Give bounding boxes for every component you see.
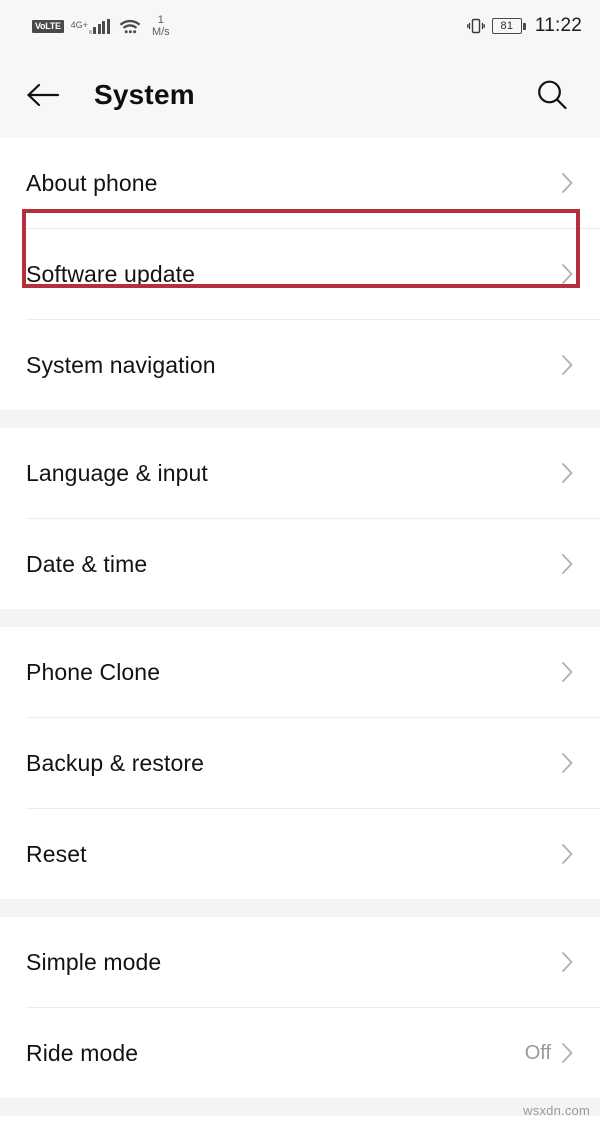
group-separator [0, 410, 600, 428]
settings-group: Developer optionsUser experience improve… [0, 1116, 600, 1126]
list-item[interactable]: Software update [0, 229, 600, 319]
list-item-label: Software update [26, 260, 196, 287]
list-item-trailing [561, 752, 574, 774]
list-item-label: Date & time [26, 550, 148, 577]
volte-icon: VoLTE [32, 19, 64, 33]
list-item-value: Off [524, 1041, 551, 1064]
app-bar: System [0, 52, 600, 138]
chevron-right-icon [562, 1043, 573, 1063]
network-speed-value: 1 [157, 14, 164, 26]
status-bar-left: VoLTE 4G+ 1 M/s [32, 14, 170, 38]
settings-group: About phone Software update System navigat… [0, 138, 600, 410]
list-item-label: About phone [26, 169, 158, 196]
page-title: System [94, 79, 195, 110]
battery-cap [523, 22, 526, 30]
watermark-label: wsxdn.com [523, 1103, 590, 1118]
chevron-right-icon [562, 662, 573, 682]
list-item[interactable]: Language & input [0, 428, 600, 518]
list-item-label: Phone Clone [26, 658, 161, 685]
list-item[interactable]: Reset [0, 809, 600, 899]
battery-icon: 81 [491, 18, 526, 34]
list-item[interactable]: Developer options [0, 1116, 600, 1126]
chevron-right-icon [562, 952, 573, 972]
list-item[interactable]: Date & time [0, 519, 600, 609]
arrow-left-icon [27, 83, 60, 107]
back-button[interactable] [26, 73, 70, 117]
chevron-right-icon [562, 463, 573, 483]
list-item-label: Reset [26, 840, 87, 867]
settings-group: Phone Clone Backup & restore Reset [0, 627, 600, 899]
status-bar: VoLTE 4G+ 1 M/s 81 11:22 [0, 0, 600, 52]
list-item-trailing [561, 553, 574, 575]
list-item[interactable]: System navigation [0, 320, 600, 410]
list-item[interactable]: Ride mode Off [0, 1008, 600, 1098]
clock-label: 11:22 [534, 15, 582, 36]
list-item-trailing [561, 661, 574, 683]
vibrate-mode-icon [467, 17, 485, 35]
network-speed-indicator: 1 M/s [152, 14, 170, 38]
cellular-signal-icon: 4G+ [70, 18, 110, 34]
list-item-label: Language & input [26, 459, 208, 486]
wifi-icon [119, 18, 141, 35]
search-icon [538, 80, 567, 110]
list-item[interactable]: Simple mode [0, 917, 600, 1007]
list-item-label: Backup & restore [26, 749, 205, 776]
list-item[interactable]: About phone [0, 138, 600, 228]
settings-group: Language & input Date & time [0, 428, 600, 609]
chevron-right-icon [562, 844, 573, 864]
status-bar-right: 81 11:22 [467, 15, 582, 37]
settings-group: Simple mode Ride mode Off [0, 917, 600, 1098]
chevron-right-icon [562, 554, 573, 574]
list-item-trailing [561, 843, 574, 865]
network-speed-unit: M/s [151, 26, 170, 38]
list-item-trailing [561, 263, 574, 285]
chevron-right-icon [562, 173, 573, 193]
search-button[interactable] [530, 73, 574, 117]
list-item[interactable]: Backup & restore [0, 718, 600, 808]
list-item-label: Simple mode [26, 948, 162, 975]
list-item-label: System navigation [26, 351, 216, 378]
list-item-label: Ride mode [26, 1039, 139, 1066]
list-item-trailing: Off [525, 1042, 574, 1065]
signal-bars-icon [88, 18, 110, 34]
group-separator [0, 609, 600, 627]
list-item-trailing [561, 951, 574, 973]
settings-system-screen: VoLTE 4G+ 1 M/s 81 11:22 System About ph… [0, 0, 600, 1126]
settings-list: About phone Software update System navigat… [0, 138, 600, 1126]
list-item-trailing [561, 354, 574, 376]
group-separator [0, 1098, 600, 1116]
group-separator [0, 899, 600, 917]
chevron-right-icon [562, 264, 573, 284]
list-item-trailing [561, 172, 574, 194]
chevron-right-icon [562, 355, 573, 375]
list-item-trailing [561, 462, 574, 484]
chevron-right-icon [562, 753, 573, 773]
battery-level-label: 81 [491, 18, 522, 34]
list-item[interactable]: Phone Clone [0, 627, 600, 717]
network-type-label: 4G+ [70, 19, 88, 30]
